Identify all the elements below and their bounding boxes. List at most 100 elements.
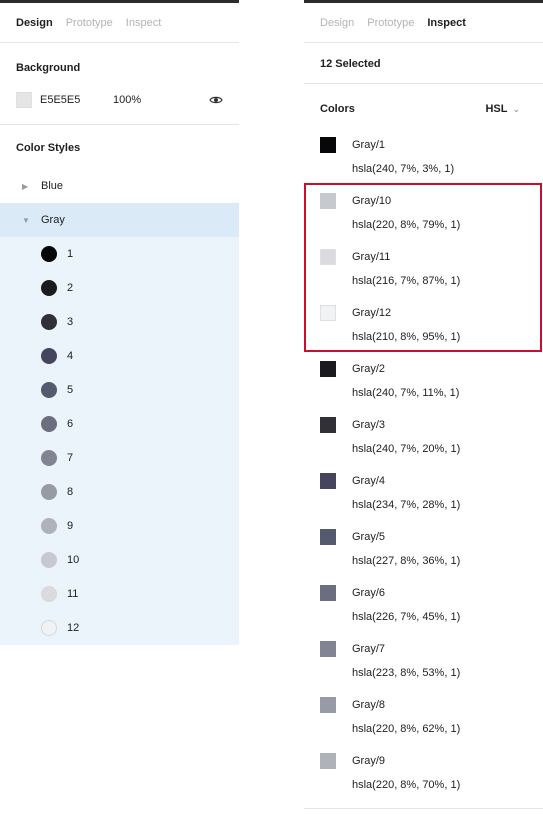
color-name: Gray/11	[352, 251, 391, 263]
color-dot	[41, 586, 57, 602]
color-value[interactable]: hsla(240, 7%, 11%, 1)	[352, 387, 459, 399]
color-value[interactable]: hsla(210, 8%, 95%, 1)	[352, 331, 460, 343]
color-group-label: Blue	[41, 180, 64, 192]
gray-style-list: 1 2 3 4 5 6 7 8 9 10 11 12	[0, 237, 239, 645]
color-value[interactable]: hsla(220, 8%, 62%, 1)	[352, 723, 460, 735]
color-style-label: 11	[67, 588, 79, 600]
color-dot	[41, 552, 57, 568]
color-name: Gray/7	[352, 643, 386, 655]
colors-header: Colors HSL ⌄	[320, 97, 520, 121]
color-dot	[41, 416, 57, 432]
color-style-label: 3	[67, 316, 74, 328]
background-swatch[interactable]	[16, 92, 32, 108]
color-name: Gray/5	[352, 531, 386, 543]
color-entry[interactable]: Gray/3 hsla(240, 7%, 20%, 1)	[320, 414, 530, 470]
caret-down-icon: ▼	[22, 215, 30, 225]
selection-count: 12 Selected	[304, 44, 543, 84]
background-hex-value[interactable]: E5E5E5	[40, 94, 113, 106]
color-swatch	[320, 641, 336, 657]
color-value[interactable]: hsla(226, 7%, 45%, 1)	[352, 611, 460, 623]
color-swatch	[320, 361, 336, 377]
color-name: Gray/4	[352, 475, 386, 487]
tab-prototype[interactable]: Prototype	[66, 17, 113, 29]
color-group-label: Gray	[41, 214, 65, 226]
color-entry[interactable]: Gray/6 hsla(226, 7%, 45%, 1)	[320, 582, 530, 638]
color-name: Gray/8	[352, 699, 386, 711]
color-swatch	[320, 137, 336, 153]
color-style-item[interactable]: 9	[0, 509, 239, 543]
color-swatch	[320, 305, 336, 321]
color-group-gray[interactable]: ▼ Gray	[0, 203, 239, 237]
color-style-label: 7	[67, 452, 74, 464]
color-value[interactable]: hsla(227, 8%, 36%, 1)	[352, 555, 460, 567]
color-style-label: 10	[67, 554, 80, 566]
tab-prototype[interactable]: Prototype	[367, 17, 414, 29]
color-style-item[interactable]: 7	[0, 441, 239, 475]
color-name: Gray/10	[352, 195, 392, 207]
color-dot	[41, 518, 57, 534]
color-style-label: 12	[67, 622, 80, 634]
color-swatch	[320, 529, 336, 545]
color-value[interactable]: hsla(240, 7%, 3%, 1)	[352, 163, 454, 175]
color-swatch	[320, 753, 336, 769]
color-swatch	[320, 193, 336, 209]
color-style-item[interactable]: 8	[0, 475, 239, 509]
color-group-blue[interactable]: ▶ Blue	[0, 169, 239, 203]
background-section-title: Background	[16, 62, 81, 74]
color-entry[interactable]: Gray/11 hsla(216, 7%, 87%, 1)	[320, 246, 530, 302]
color-value[interactable]: hsla(220, 8%, 79%, 1)	[352, 219, 460, 231]
section-divider	[0, 124, 239, 125]
color-dot	[41, 620, 57, 636]
color-style-item[interactable]: 6	[0, 407, 239, 441]
color-style-item[interactable]: 4	[0, 339, 239, 373]
color-style-item[interactable]: 11	[0, 577, 239, 611]
color-style-item[interactable]: 12	[0, 611, 239, 645]
color-entry[interactable]: Gray/7 hsla(223, 8%, 53%, 1)	[320, 638, 530, 694]
background-opacity-value[interactable]: 100%	[113, 94, 141, 106]
color-entry[interactable]: Gray/5 hsla(227, 8%, 36%, 1)	[320, 526, 530, 582]
tab-design[interactable]: Design	[320, 17, 354, 29]
color-entry[interactable]: Gray/8 hsla(220, 8%, 62%, 1)	[320, 694, 530, 750]
color-value[interactable]: hsla(216, 7%, 87%, 1)	[352, 275, 460, 287]
color-entry[interactable]: Gray/12 hsla(210, 8%, 95%, 1)	[320, 302, 530, 358]
color-value[interactable]: hsla(220, 8%, 70%, 1)	[352, 779, 460, 791]
color-style-item[interactable]: 2	[0, 271, 239, 305]
bottom-divider	[304, 808, 543, 809]
color-entry[interactable]: Gray/10 hsla(220, 8%, 79%, 1)	[320, 190, 530, 246]
color-entry[interactable]: Gray/2 hsla(240, 7%, 11%, 1)	[320, 358, 530, 414]
color-style-label: 6	[67, 418, 74, 430]
color-swatch	[320, 249, 336, 265]
color-style-item[interactable]: 3	[0, 305, 239, 339]
color-style-item[interactable]: 10	[0, 543, 239, 577]
eye-icon[interactable]	[209, 94, 223, 106]
tab-design[interactable]: Design	[16, 17, 53, 29]
color-name: Gray/2	[352, 363, 386, 375]
left-tab-bar: Design Prototype Inspect	[0, 3, 239, 43]
color-swatch	[320, 417, 336, 433]
tab-inspect[interactable]: Inspect	[427, 17, 466, 29]
color-swatch	[320, 697, 336, 713]
color-value[interactable]: hsla(234, 7%, 28%, 1)	[352, 499, 460, 511]
color-entry[interactable]: Gray/9 hsla(220, 8%, 70%, 1)	[320, 750, 530, 806]
color-style-label: 9	[67, 520, 74, 532]
color-dot	[41, 314, 57, 330]
color-entry[interactable]: Gray/1 hsla(240, 7%, 3%, 1)	[320, 134, 530, 190]
color-entry[interactable]: Gray/4 hsla(234, 7%, 28%, 1)	[320, 470, 530, 526]
color-swatch	[320, 585, 336, 601]
color-value[interactable]: hsla(223, 8%, 53%, 1)	[352, 667, 460, 679]
color-name: Gray/9	[352, 755, 386, 767]
colors-title: Colors	[320, 103, 355, 115]
color-format-select[interactable]: HSL ⌄	[485, 103, 520, 115]
tab-inspect[interactable]: Inspect	[126, 17, 161, 29]
color-swatch	[320, 473, 336, 489]
color-dot	[41, 450, 57, 466]
color-style-item[interactable]: 1	[0, 237, 239, 271]
color-style-item[interactable]: 5	[0, 373, 239, 407]
inspect-panel: Design Prototype Inspect 12 Selected Col…	[304, 0, 543, 819]
background-row: E5E5E5 100%	[16, 90, 223, 110]
color-style-label: 8	[67, 486, 74, 498]
color-name: Gray/12	[352, 307, 392, 319]
color-value[interactable]: hsla(240, 7%, 20%, 1)	[352, 443, 460, 455]
color-style-label: 2	[67, 282, 74, 294]
color-style-label: 5	[67, 384, 74, 396]
